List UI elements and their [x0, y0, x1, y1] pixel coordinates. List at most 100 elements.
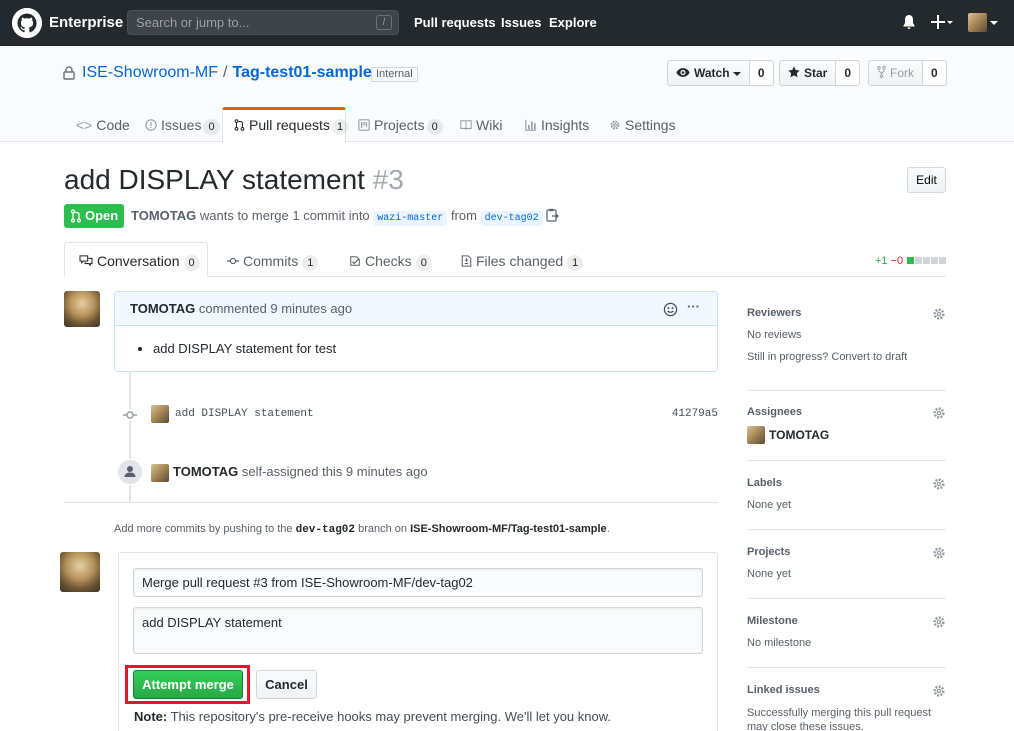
watch-group: Watch 0 [667, 60, 774, 86]
assignee-item[interactable]: TOMOTAG [747, 426, 946, 444]
push-hint-branch: dev-tag02 [295, 524, 356, 536]
milestone-heading[interactable]: Milestone [747, 615, 946, 627]
avatar-chevron-down-icon[interactable] [990, 16, 998, 31]
enterprise-brand[interactable]: Enterprise [49, 14, 123, 31]
clipboard-icon[interactable] [546, 208, 560, 225]
commit-message-link[interactable]: add DISPLAY statement [175, 408, 314, 420]
conversation-counter: 0 [183, 255, 200, 271]
sidebar-divider [747, 529, 946, 530]
reviewers-heading[interactable]: Reviewers [747, 307, 946, 319]
diffstat-block [931, 257, 939, 264]
commit-author-avatar[interactable] [151, 405, 169, 423]
tab-wiki[interactable]: Wiki [460, 107, 502, 143]
tab-projects[interactable]: Projects 0 [358, 107, 443, 143]
assignees-gear-icon[interactable] [932, 406, 946, 420]
attempt-merge-button[interactable]: Attempt merge [133, 670, 243, 699]
repo-name-link[interactable]: Tag-test01-sample [232, 64, 371, 81]
repo-owner-link[interactable]: ISE-Showroom-MF [82, 64, 218, 81]
tab-files-changed[interactable]: Files changed 1 [461, 253, 584, 271]
star-count[interactable]: 0 [836, 60, 861, 86]
comment-author-avatar[interactable] [64, 291, 100, 327]
git-pull-request-icon [71, 209, 81, 223]
pr-author-link[interactable]: TOMOTAG [131, 208, 196, 223]
files-changed-counter: 1 [567, 255, 584, 271]
timeline-divider [64, 502, 718, 503]
github-logo-icon[interactable] [12, 8, 42, 38]
convert-to-draft-hint[interactable]: Still in progress? Convert to draft [747, 351, 946, 363]
comment-timestamp[interactable]: commented 9 minutes ago [199, 301, 352, 316]
linked-issues-heading[interactable]: Linked issues [747, 684, 946, 696]
sidebar-divider [747, 598, 946, 599]
chevron-down-icon [732, 71, 741, 76]
edit-title-button[interactable]: Edit [907, 167, 946, 193]
comment-author-link[interactable]: TOMOTAG [130, 301, 195, 316]
tab-issues[interactable]: Issues 0 [145, 107, 220, 143]
smiley-icon[interactable] [663, 302, 678, 320]
milestone-gear-icon[interactable] [932, 615, 946, 629]
code-icon: <> [76, 117, 93, 133]
linked-issues-gear-icon[interactable] [932, 684, 946, 698]
milestone-value: No milestone [747, 637, 812, 649]
pr-description-comment: TOMOTAG commented 9 minutes ago ··· add … [114, 291, 718, 372]
merge-commit-title-input[interactable] [133, 568, 703, 597]
sidebar-milestone: Milestone No milestone [747, 615, 946, 649]
pull-requests-counter: 1 [331, 119, 349, 135]
lock-icon [63, 66, 75, 83]
base-branch[interactable]: wazi-master [373, 211, 448, 226]
comment-body: add DISPLAY statement for test [139, 341, 336, 356]
git-commit-icon [122, 409, 138, 424]
eye-icon [676, 68, 690, 77]
tab-commits[interactable]: Commits 1 [227, 253, 319, 271]
diff-additions: +1 [875, 255, 888, 267]
issue-opened-icon [145, 119, 157, 131]
search-input[interactable] [128, 11, 368, 34]
issues-counter: 0 [203, 119, 220, 135]
tab-pull-requests[interactable]: Pull requests 1 [234, 107, 349, 143]
star-button[interactable]: Star [779, 60, 837, 86]
projects-value: None yet [747, 568, 792, 580]
plus-dropdown-icon[interactable] [931, 13, 953, 34]
diff-deletions: −0 [890, 255, 904, 267]
projects-heading[interactable]: Projects [747, 546, 946, 558]
commit-sha-link[interactable]: 41279a5 [672, 408, 718, 420]
merge-commit-message-textarea[interactable]: add DISPLAY statement [133, 607, 703, 654]
nav-issues[interactable]: Issues [501, 15, 541, 30]
tab-checks[interactable]: Checks 0 [349, 253, 432, 271]
event-author-link[interactable]: TOMOTAG [173, 464, 238, 479]
nav-pull-requests[interactable]: Pull requests [414, 15, 496, 30]
comment-list-item: add DISPLAY statement for test [153, 341, 336, 356]
labels-heading[interactable]: Labels [747, 477, 946, 489]
gear-icon [610, 120, 620, 130]
tab-code[interactable]: <> Code [76, 107, 130, 143]
reviewers-gear-icon[interactable] [932, 307, 946, 321]
bell-icon[interactable] [902, 14, 916, 33]
push-hint: Add more commits by pushing to the dev-t… [114, 523, 610, 536]
labels-gear-icon[interactable] [932, 477, 946, 491]
tab-insights[interactable]: Insights [525, 107, 589, 143]
merger-avatar[interactable] [60, 552, 100, 592]
global-header: Enterprise / Pull requests Issues Explor… [0, 0, 1014, 46]
projects-gear-icon[interactable] [932, 546, 946, 560]
git-commit-icon [227, 257, 239, 265]
diffstat-block [907, 257, 915, 264]
cancel-merge-button[interactable]: Cancel [256, 670, 317, 699]
fork-button[interactable]: Fork [868, 60, 923, 86]
nav-explore[interactable]: Explore [549, 15, 597, 30]
user-avatar[interactable] [968, 13, 987, 32]
comment-header: TOMOTAG commented 9 minutes ago ··· [115, 292, 717, 326]
sidebar-divider [747, 390, 946, 391]
kebab-horizontal-icon[interactable]: ··· [687, 299, 700, 314]
watch-button[interactable]: Watch [667, 60, 750, 86]
assigned-event-text: TOMOTAG self-assigned this 9 minutes ago [173, 464, 428, 479]
tab-settings[interactable]: Settings [609, 107, 676, 143]
fork-group: Fork 0 [868, 60, 947, 86]
assignees-heading[interactable]: Assignees [747, 406, 946, 418]
event-author-avatar[interactable] [151, 464, 169, 482]
file-diff-icon [461, 255, 472, 267]
push-hint-repo: ISE-Showroom-MF/Tag-test01-sample [410, 523, 607, 535]
head-branch[interactable]: dev-tag02 [480, 211, 543, 226]
watch-count[interactable]: 0 [749, 60, 774, 86]
tab-conversation[interactable]: Conversation 0 [79, 253, 200, 271]
fork-count[interactable]: 0 [923, 60, 947, 86]
search-box[interactable]: / [127, 10, 399, 35]
